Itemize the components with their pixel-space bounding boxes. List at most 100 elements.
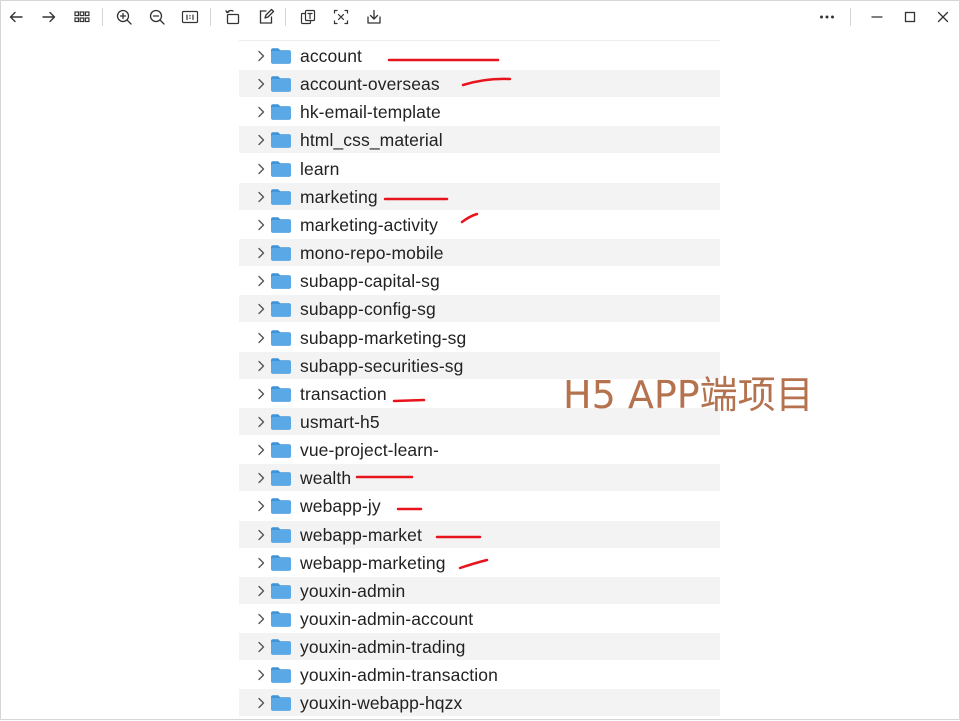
chevron-right-icon[interactable]: [255, 162, 267, 176]
forward-arrow-icon[interactable]: [38, 6, 60, 28]
folder-row[interactable]: subapp-config-sg: [239, 295, 720, 323]
chevron-right-icon[interactable]: [255, 387, 267, 401]
folder-icon: [270, 188, 292, 205]
folder-icon: [270, 329, 292, 346]
folder-name: vue-project-learn-: [300, 440, 439, 461]
folder-name: youxin-admin-transaction: [300, 665, 498, 686]
chevron-right-icon[interactable]: [255, 415, 267, 429]
save-icon[interactable]: [363, 6, 385, 28]
chevron-right-icon[interactable]: [255, 190, 267, 204]
actual-size-icon[interactable]: [179, 6, 201, 28]
folder-row[interactable]: youxin-admin-account: [239, 605, 720, 632]
folder-row[interactable]: hk-email-template: [239, 98, 720, 125]
chevron-right-icon[interactable]: [255, 274, 267, 288]
folder-row[interactable]: webapp-marketing: [239, 549, 720, 576]
folder-row[interactable]: subapp-marketing-sg: [239, 324, 720, 351]
folder-name: subapp-securities-sg: [300, 355, 464, 376]
folder-icon: [270, 554, 292, 571]
folder-icon: [270, 131, 292, 149]
folder-name: marketing-activity: [300, 214, 438, 235]
folder-row[interactable]: account: [239, 42, 720, 69]
folder-name: youxin-webapp-hqzx: [300, 693, 463, 714]
annotation-text: H5 APP端项目: [563, 373, 814, 417]
back-arrow-icon[interactable]: [5, 6, 27, 28]
folder-icon: [270, 413, 292, 430]
folder-name: learn: [300, 158, 340, 179]
folder-row[interactable]: youxin-admin-transaction: [239, 661, 720, 688]
folder-row[interactable]: youxin-webapp-hqzx: [239, 689, 720, 717]
folder-row[interactable]: youxin-admin: [239, 576, 720, 604]
folder-row[interactable]: youxin-admin-trading: [239, 633, 720, 661]
chevron-right-icon[interactable]: [255, 77, 267, 91]
close-icon[interactable]: [932, 6, 954, 28]
folder-name: subapp-capital-sg: [300, 271, 440, 292]
chevron-right-icon[interactable]: [255, 612, 267, 626]
folder-icon: [270, 244, 292, 261]
chevron-right-icon[interactable]: [255, 556, 267, 570]
edit-icon[interactable]: [255, 6, 277, 28]
minimize-icon[interactable]: [866, 6, 888, 28]
folder-row[interactable]: vue-project-learn-: [239, 436, 720, 463]
more-icon[interactable]: [816, 6, 838, 28]
chevron-right-icon[interactable]: [255, 668, 267, 682]
folder-row[interactable]: webapp-market: [239, 520, 720, 548]
ocr-icon[interactable]: [297, 6, 319, 28]
folder-name: html_css_material: [300, 130, 443, 151]
toolbar-divider: [102, 8, 103, 26]
folder-row[interactable]: marketing: [239, 182, 720, 210]
folder-icon: [270, 666, 292, 684]
chevron-right-icon[interactable]: [255, 640, 267, 654]
zoom-out-icon[interactable]: [146, 6, 168, 28]
folder-row[interactable]: webapp-jy: [239, 492, 720, 519]
folder-icon: [270, 582, 292, 599]
folder-name: youxin-admin-account: [300, 609, 474, 629]
folder-row[interactable]: mono-repo-mobile: [239, 239, 720, 267]
folder-icon: [270, 469, 292, 487]
folder-icon: [270, 694, 292, 712]
crop-icon[interactable]: [330, 6, 352, 28]
chevron-right-icon[interactable]: [255, 584, 267, 598]
folder-name: webapp-market: [300, 524, 422, 545]
folder-icon: [270, 357, 292, 374]
chevron-right-icon[interactable]: [255, 133, 267, 147]
folder-icon: [270, 300, 292, 318]
folder-icon: [270, 610, 292, 627]
folder-name: hk-email-template: [300, 102, 441, 123]
folder-icon: [270, 526, 292, 543]
chevron-right-icon[interactable]: [255, 528, 267, 542]
chevron-right-icon[interactable]: [255, 218, 267, 232]
folder-icon: [270, 103, 292, 121]
grid-view-icon[interactable]: [71, 6, 93, 28]
folder-row[interactable]: marketing-activity: [239, 211, 720, 238]
rotate-icon[interactable]: [222, 6, 244, 28]
chevron-right-icon[interactable]: [255, 443, 267, 457]
folder-name: account: [300, 46, 362, 66]
chevron-right-icon[interactable]: [255, 499, 267, 513]
folder-row[interactable]: account-overseas: [239, 70, 720, 98]
folder-name: transaction: [300, 383, 387, 404]
folder-name: subapp-config-sg: [300, 299, 436, 320]
toolbar-divider: [285, 8, 286, 26]
folder-name: webapp-marketing: [300, 552, 446, 573]
chevron-right-icon[interactable]: [255, 246, 267, 260]
chevron-right-icon[interactable]: [255, 359, 267, 373]
folder-row[interactable]: html_css_material: [239, 126, 720, 154]
chevron-right-icon[interactable]: [255, 105, 267, 119]
zoom-in-icon[interactable]: [113, 6, 135, 28]
folder-row[interactable]: subapp-capital-sg: [239, 267, 720, 294]
chevron-right-icon[interactable]: [255, 331, 267, 345]
folder-name: youxin-admin: [300, 580, 406, 601]
folder-name: subapp-marketing-sg: [300, 327, 467, 348]
chevron-right-icon[interactable]: [255, 302, 267, 316]
folder-icon: [270, 272, 292, 289]
toolbar-divider: [210, 8, 211, 26]
folder-name: usmart-h5: [300, 411, 380, 432]
folder-row[interactable]: learn: [239, 155, 720, 182]
folder-name: webapp-jy: [300, 496, 381, 517]
chevron-right-icon[interactable]: [255, 471, 267, 485]
folder-row[interactable]: wealth: [239, 464, 720, 492]
maximize-icon[interactable]: [899, 6, 921, 28]
chevron-right-icon[interactable]: [255, 49, 267, 63]
chevron-right-icon[interactable]: [255, 696, 267, 710]
folder-icon: [270, 160, 292, 177]
